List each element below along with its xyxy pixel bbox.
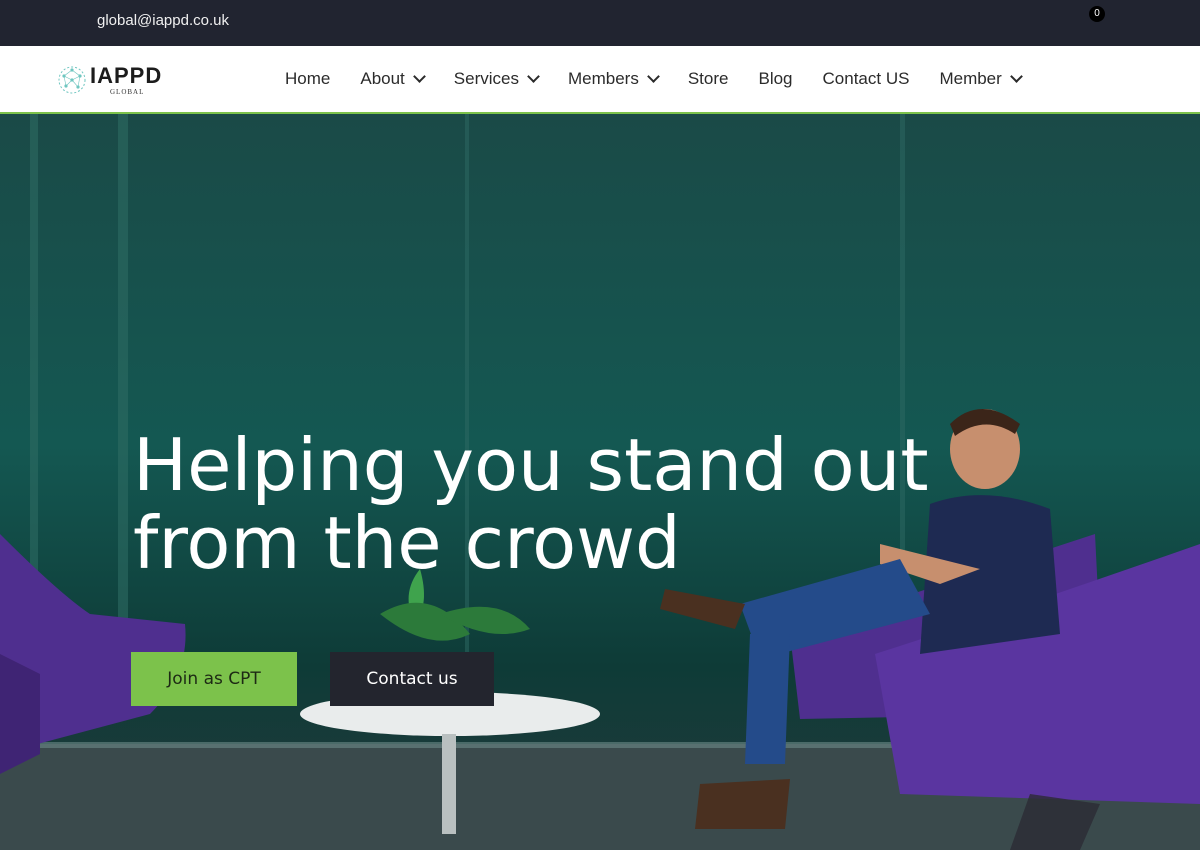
site-logo[interactable]: IAPPD GLOBAL (56, 62, 161, 98)
nav-label: Contact US (822, 69, 910, 88)
nav-contact[interactable]: Contact US (823, 69, 910, 89)
nav-label: Services (453, 69, 519, 88)
email-link[interactable]: global@iappd.co.uk (97, 12, 229, 29)
hero-headline-line1: Helping you stand out (133, 423, 929, 507)
join-as-cpt-button[interactable]: Join as CPT (131, 652, 297, 706)
logo-subtitle: GLOBAL (110, 88, 145, 96)
nav-store[interactable]: Store (688, 69, 729, 89)
nav-home[interactable]: Home (285, 69, 330, 89)
nav-label: About (360, 69, 405, 88)
nav-label: Members (567, 69, 639, 88)
logo-wordmark: IAPPD (90, 63, 163, 88)
cart-count-badge[interactable]: 0 (1089, 6, 1105, 22)
chevron-down-icon (527, 70, 540, 83)
hero-headline-line2: from the crowd (133, 501, 681, 585)
nav-blog[interactable]: Blog (758, 69, 792, 89)
hero-headline: Helping you stand out from the crowd (133, 426, 933, 582)
logo-network-icon (58, 66, 86, 94)
top-bar: global@iappd.co.uk 0 (0, 0, 1200, 46)
chevron-down-icon (646, 70, 660, 83)
nav-members[interactable]: Members (567, 69, 660, 89)
nav-label: Home (285, 69, 331, 88)
chevron-down-icon (412, 70, 426, 83)
hero-section: Helping you stand out from the crowd Joi… (0, 114, 1200, 850)
nav-label: Member (939, 69, 1002, 88)
main-navbar: IAPPD GLOBAL Home About Services Members… (0, 46, 1200, 114)
chevron-down-icon (1009, 70, 1023, 83)
contact-us-button[interactable]: Contact us (330, 652, 494, 706)
nav-label: Store (687, 69, 729, 88)
nav-member[interactable]: Member (939, 69, 1023, 89)
nav-about[interactable]: About (360, 69, 426, 89)
nav-label: Blog (758, 69, 793, 88)
nav-services[interactable]: Services (453, 69, 540, 89)
primary-nav: Home About Services Members Store Blog C… (285, 46, 1051, 112)
